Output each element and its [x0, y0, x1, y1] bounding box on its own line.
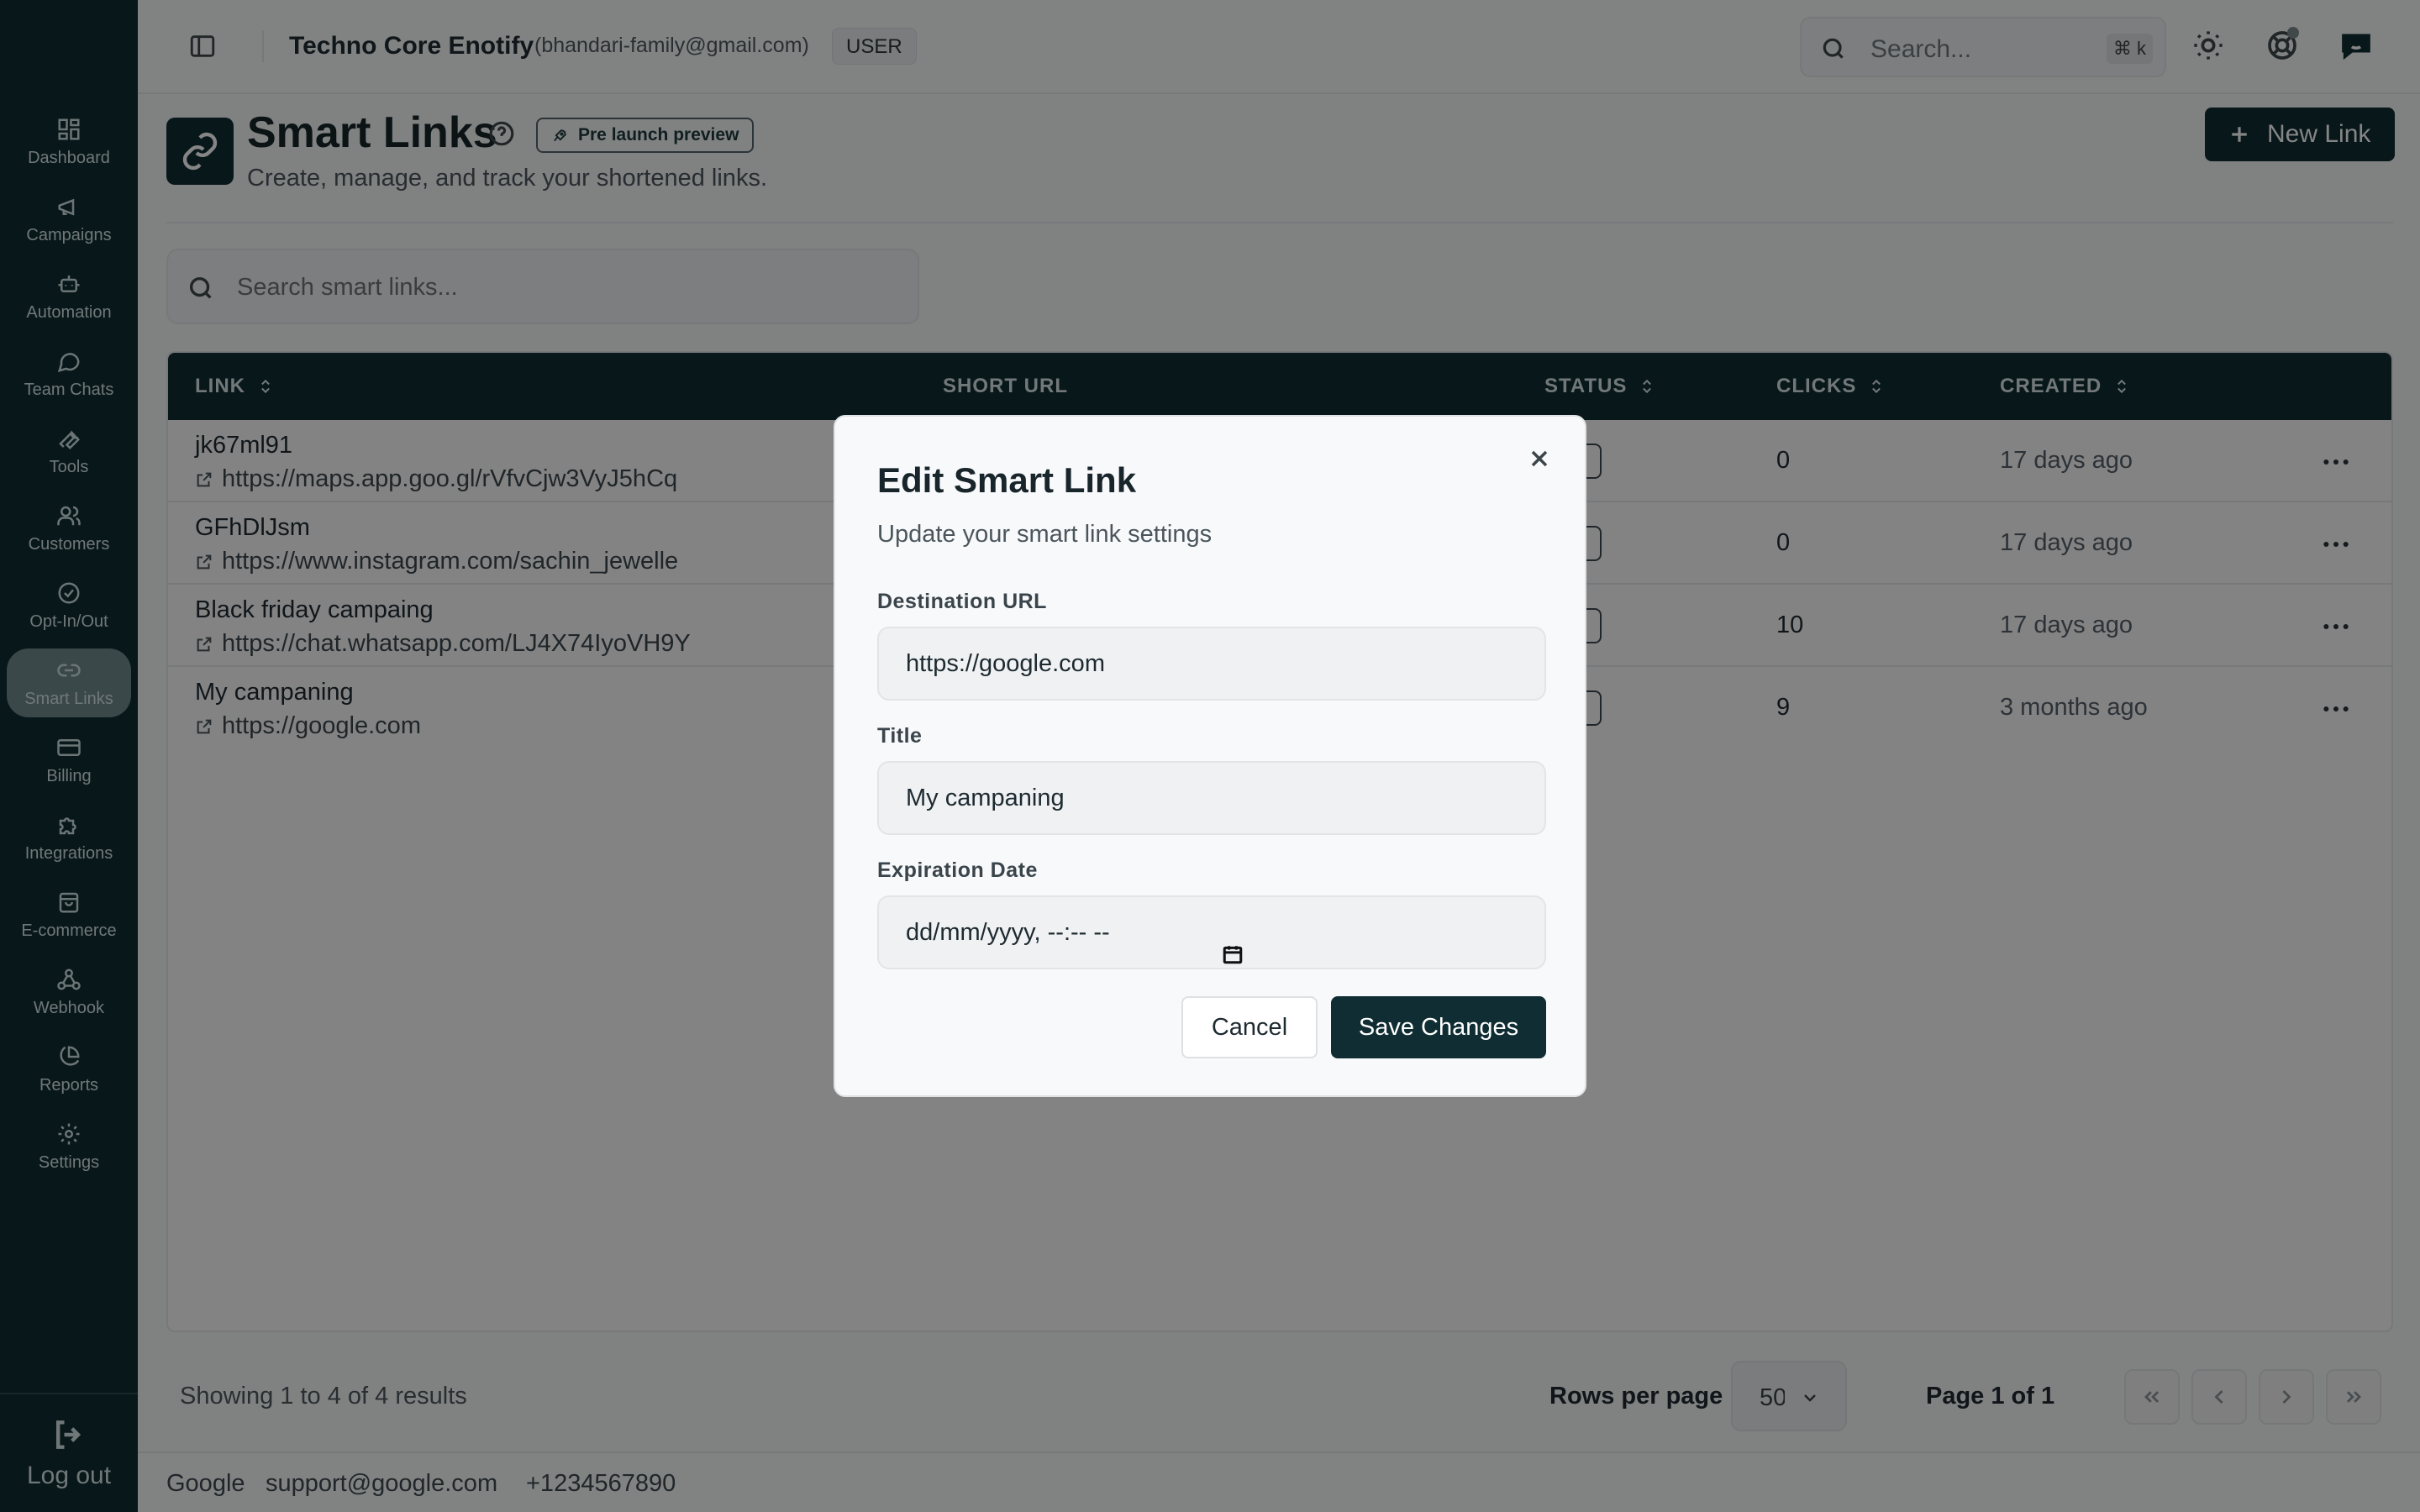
destination-url-label: Destination URL — [877, 590, 1047, 613]
calendar-icon[interactable] — [1222, 922, 1244, 964]
cancel-button[interactable]: Cancel — [1181, 996, 1318, 1058]
save-changes-button[interactable]: Save Changes — [1331, 996, 1546, 1058]
close-icon — [1531, 450, 1548, 467]
dialog-title: Edit Smart Link — [877, 460, 1137, 500]
edit-smart-link-dialog: Edit Smart Link Update your smart link s… — [834, 415, 1586, 1097]
title-label: Title — [877, 724, 923, 748]
dialog-description: Update your smart link settings — [877, 521, 1213, 548]
expiration-date-input[interactable]: dd/mm/yyyy, --:-- -- — [877, 895, 1546, 969]
expiration-date-value: dd/mm/yyyy, --:-- -- — [906, 919, 1110, 946]
title-input[interactable]: My campaning — [877, 761, 1546, 835]
close-button[interactable] — [1526, 445, 1553, 472]
destination-url-input[interactable]: https://google.com — [877, 627, 1546, 701]
expiration-date-label: Expiration Date — [877, 858, 1038, 882]
